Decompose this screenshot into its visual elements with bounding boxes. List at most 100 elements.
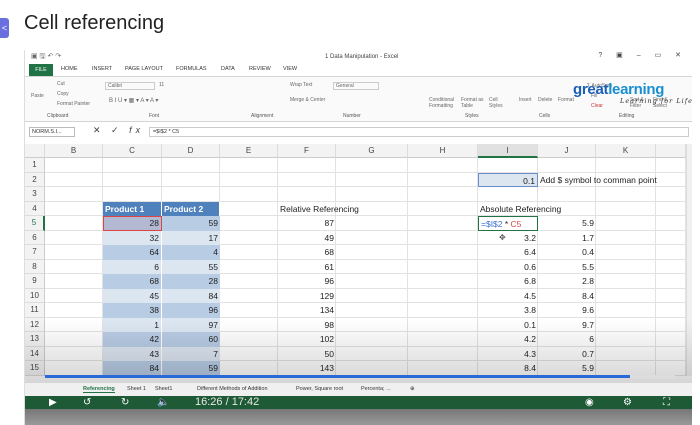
cell[interactable] [103, 187, 162, 202]
side-collapse-tab[interactable]: < [0, 18, 9, 38]
cell[interactable] [336, 187, 408, 202]
cell-c6[interactable]: 32 [103, 230, 162, 245]
cell[interactable] [45, 245, 103, 260]
cell-c7[interactable]: 64 [103, 245, 162, 260]
row-header-13[interactable]: 13 [25, 332, 45, 347]
play-icon[interactable]: ▶ [49, 396, 57, 409]
cell[interactable] [656, 201, 686, 216]
cell[interactable] [408, 187, 478, 202]
cell-d14[interactable]: 7 [162, 346, 220, 361]
cell-f11[interactable]: 134 [278, 303, 336, 318]
cell[interactable] [656, 158, 686, 173]
cell-d11[interactable]: 96 [162, 303, 220, 318]
cell[interactable] [45, 158, 103, 173]
cell[interactable] [45, 201, 103, 216]
formula-edit-cell[interactable]: =$I$2 * C5 [478, 216, 538, 231]
sheet-tab[interactable]: Sheet1 [155, 386, 172, 392]
cell[interactable] [220, 317, 278, 332]
cell[interactable] [45, 303, 103, 318]
cell[interactable] [656, 230, 686, 245]
cell[interactable] [162, 158, 220, 173]
cell-j9[interactable]: 2.8 [538, 274, 596, 289]
cell[interactable] [408, 274, 478, 289]
add-sheet-icon[interactable]: ⊕ [410, 386, 415, 392]
copy-button[interactable]: Copy [57, 91, 69, 97]
tab-home[interactable]: HOME [61, 66, 78, 72]
cell[interactable] [538, 187, 596, 202]
paste-button[interactable]: Paste [31, 93, 44, 99]
sheet-tab[interactable]: Power, Square root [296, 386, 343, 392]
cell-j11[interactable]: 9.6 [538, 303, 596, 318]
fullscreen-icon[interactable]: ⛶ [663, 396, 670, 409]
cell-c4[interactable]: Product 1 [103, 201, 162, 216]
cell[interactable] [596, 201, 656, 216]
select-all-corner[interactable] [25, 144, 45, 158]
cell[interactable] [45, 172, 103, 187]
cell[interactable] [336, 230, 408, 245]
vertical-scrollbar[interactable] [686, 144, 692, 376]
column-header-f[interactable]: F [278, 144, 336, 158]
cell[interactable] [336, 158, 408, 173]
cell[interactable] [220, 216, 278, 231]
cell-c15[interactable]: 84 [103, 361, 162, 376]
cell-f7[interactable]: 68 [278, 245, 336, 260]
formula-input[interactable]: =$I$2 * C5 [149, 127, 689, 137]
cell[interactable] [656, 317, 686, 332]
rewind-10-icon[interactable]: ↺ [83, 396, 91, 409]
cell[interactable] [596, 332, 656, 347]
cell[interactable] [45, 288, 103, 303]
format-as-table-button[interactable]: Format as Table [461, 97, 485, 109]
column-header-c[interactable]: C [103, 144, 162, 158]
column-header-d[interactable]: D [162, 144, 220, 158]
cell[interactable] [220, 187, 278, 202]
cell[interactable] [596, 216, 656, 231]
cell-d6[interactable]: 17 [162, 230, 220, 245]
cell[interactable] [408, 158, 478, 173]
cell-j15[interactable]: 5.9 [538, 361, 596, 376]
cell[interactable] [596, 288, 656, 303]
tab-file[interactable]: FILE [29, 64, 53, 76]
cell[interactable] [656, 187, 686, 202]
cell-d9[interactable]: 28 [162, 274, 220, 289]
cell[interactable] [103, 158, 162, 173]
cell-c9[interactable]: 68 [103, 274, 162, 289]
font-size-select[interactable]: 11 [159, 82, 164, 88]
cell[interactable] [408, 346, 478, 361]
cell[interactable] [656, 303, 686, 318]
cell[interactable] [45, 216, 103, 231]
column-header-h[interactable]: H [408, 144, 478, 158]
cell[interactable] [656, 332, 686, 347]
cell[interactable] [162, 172, 220, 187]
cell[interactable] [45, 317, 103, 332]
video-player[interactable]: ▣ 🖫 ↶ ↷ 1 Data Manipulation - Excel ? ▣ … [24, 50, 692, 425]
cell[interactable] [596, 158, 656, 173]
cell[interactable] [45, 361, 103, 376]
cell[interactable] [596, 245, 656, 260]
cell[interactable] [220, 158, 278, 173]
cell[interactable] [220, 274, 278, 289]
cell-f15[interactable]: 143 [278, 361, 336, 376]
cell[interactable] [45, 259, 103, 274]
cell[interactable] [336, 216, 408, 231]
cell-f9[interactable]: 96 [278, 274, 336, 289]
cell-c5[interactable]: 28 [103, 216, 162, 231]
tab-view[interactable]: VIEW [283, 66, 297, 72]
cell[interactable] [408, 361, 478, 376]
font-format-buttons[interactable]: B I U ▾ ▦ ▾ A ▾ A ▾ [109, 97, 158, 104]
cell[interactable] [336, 245, 408, 260]
cell[interactable] [408, 259, 478, 274]
cell[interactable] [220, 201, 278, 216]
column-header-i[interactable]: I [478, 144, 538, 158]
cell[interactable] [220, 303, 278, 318]
column-header-j[interactable]: J [538, 144, 596, 158]
tab-formulas[interactable]: FORMULAS [176, 66, 207, 72]
cell-i13[interactable]: 4.2 [478, 332, 538, 347]
cell-f4[interactable]: Relative Referencing [278, 202, 359, 217]
cell[interactable] [336, 332, 408, 347]
cell[interactable] [220, 288, 278, 303]
format-painter-button[interactable]: Format Painter [57, 101, 90, 107]
cell-i7[interactable]: 6.4 [478, 245, 538, 260]
cell-j13[interactable]: 6 [538, 332, 596, 347]
cell[interactable] [220, 259, 278, 274]
quick-access-toolbar[interactable]: ▣ 🖫 ↶ ↷ [31, 52, 61, 63]
